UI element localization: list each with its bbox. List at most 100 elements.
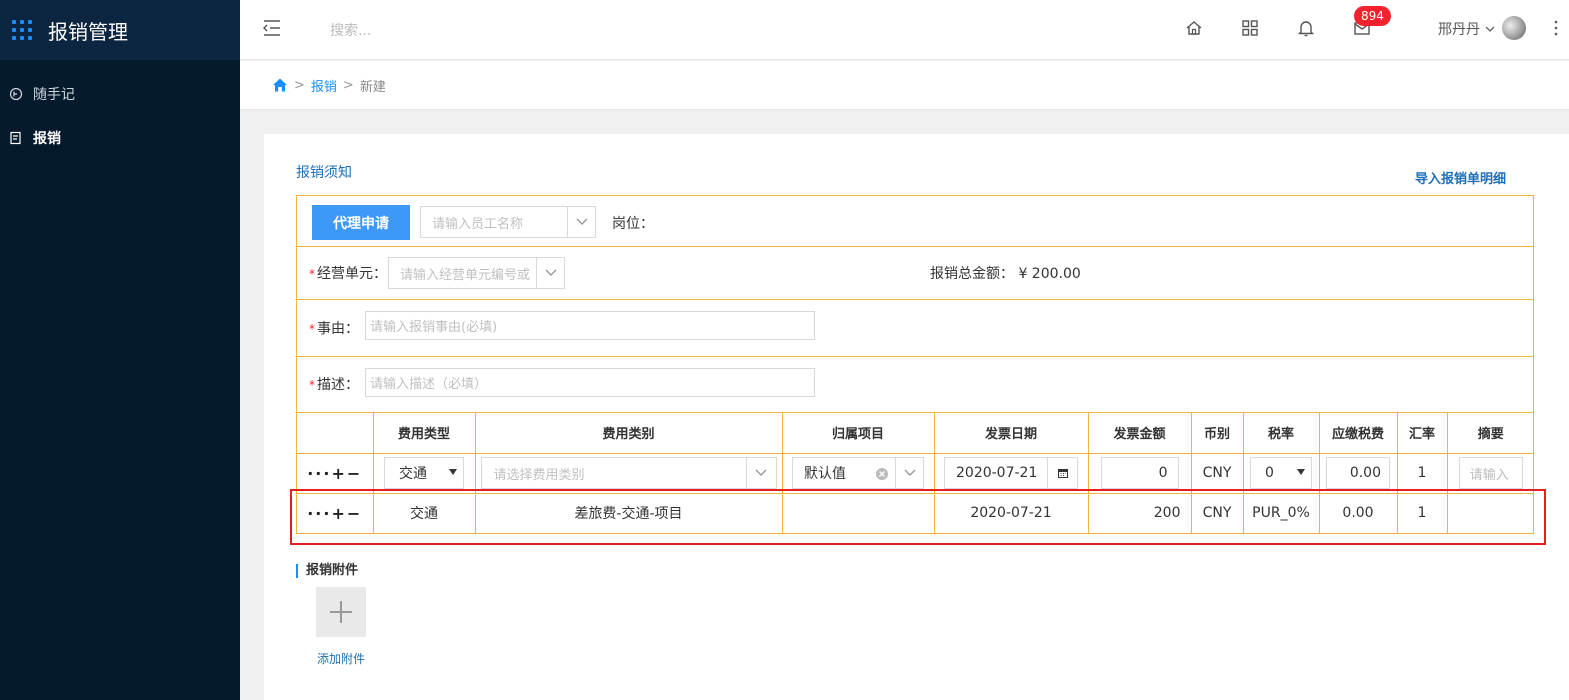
more-vertical-icon[interactable] [1554, 18, 1558, 38]
calendar-icon[interactable] [1047, 458, 1077, 488]
reimburse-form: 代理申请 请输入员工名称 岗位： * 经营单元： 请输入经营单元编号或 报销总金额… [296, 195, 1534, 534]
tax-rate-value: 0 [1265, 465, 1274, 481]
project-select[interactable]: 默认值 [792, 457, 924, 489]
total-amount: 报销总金额： ¥ 200.00 [930, 263, 1081, 283]
expense-table: 费用类型 费用类别 归属项目 发票日期 发票金额 币别 税率 应缴税费 汇率 摘… [297, 413, 1534, 533]
clear-icon[interactable] [875, 467, 889, 481]
category-placeholder: 请选择费用类别 [493, 467, 585, 483]
add-attachment-button[interactable] [316, 587, 366, 637]
chevron-down-icon [567, 207, 595, 237]
category-cell: 请选择费用类别 [474, 452, 783, 494]
form-row-applicant: 代理申请 请输入员工名称 岗位： [297, 196, 1533, 247]
invoice-date-input[interactable]: 2020-07-21 [944, 457, 1078, 489]
category-cell: 差旅费-交通-项目 [474, 492, 783, 533]
unit-select-placeholder: 请输入经营单元编号或 [400, 267, 531, 283]
sidebar-item-reimburse[interactable]: 报销 [0, 116, 240, 160]
form-row-description: * 描述： 请输入描述（必填） [297, 357, 1533, 413]
expense-type-cell: 交通 [372, 492, 476, 533]
mail-badge: 894 [1354, 6, 1391, 26]
exchange-rate-cell: 1 [1396, 492, 1448, 533]
employee-select-placeholder: 请输入员工名称 [432, 216, 524, 232]
add-attachment-label[interactable]: 添加附件 [317, 650, 365, 667]
expense-type-value: 交通 [399, 466, 427, 482]
table-row: ···+− 交通 差旅费-交通-项目 2020-07-21 200 CNY PU… [297, 492, 1534, 533]
required-mark: * [309, 378, 315, 392]
reason-input[interactable]: 请输入报销事由(必填) [365, 311, 815, 340]
home-icon[interactable] [272, 77, 288, 93]
import-details-link[interactable]: 导入报销单明细 [1415, 168, 1506, 187]
chevron-down-icon [536, 258, 564, 288]
row-action-buttons[interactable]: ···+− [307, 464, 362, 483]
reason-label: * 事由： [309, 318, 359, 338]
breadcrumb-link-reimburse[interactable]: 报销 [311, 76, 337, 95]
invoice-date-cell: 2020-07-21 [933, 492, 1089, 533]
row-actions: ···+− [297, 452, 374, 494]
category-select[interactable]: 请选择费用类别 [480, 457, 777, 489]
search-input[interactable]: 搜索... [330, 20, 371, 40]
tax-fee-input[interactable]: 0.00 [1326, 457, 1390, 489]
currency-cell: CNY [1190, 492, 1244, 533]
column-header: 币别 [1190, 413, 1244, 454]
reimburse-notice-link[interactable]: 报销须知 [296, 162, 352, 182]
amount-input[interactable]: 0 [1100, 457, 1179, 489]
column-header: 费用类型 [372, 413, 476, 454]
user-menu[interactable]: 邢丹丹 [1438, 19, 1496, 39]
tax-rate-select[interactable]: 0 [1250, 457, 1312, 489]
column-header: 发票日期 [933, 413, 1089, 454]
apps-icon[interactable] [1240, 18, 1260, 38]
caret-down-icon [449, 469, 457, 475]
reason-label-text: 事由： [317, 321, 359, 337]
plus-icon [330, 601, 352, 623]
sidebar-item-label: 随手记 [33, 87, 75, 103]
avatar[interactable] [1502, 16, 1526, 40]
invoice-date-cell: 2020-07-21 [933, 452, 1089, 494]
row-actions: ···+− [297, 492, 374, 533]
sidebar-nav: 随手记 报销 [0, 60, 240, 160]
form-row-unit: * 经营单元： 请输入经营单元编号或 报销总金额： ¥ 200.00 [297, 247, 1533, 300]
breadcrumb: > 报销 > 新建 [240, 61, 1569, 110]
proxy-apply-button[interactable]: 代理申请 [312, 205, 410, 240]
chevron-down-icon [1485, 26, 1495, 32]
breadcrumb-separator: > [294, 77, 305, 93]
column-header [297, 413, 374, 454]
description-input[interactable]: 请输入描述（必填） [365, 368, 815, 397]
sidebar-item-notes[interactable]: 随手记 [0, 72, 240, 116]
column-header: 费用类别 [474, 413, 783, 454]
summary-cell: 请输入 [1446, 452, 1534, 494]
exchange-rate-cell: 1 [1396, 452, 1448, 494]
menu-toggle-icon[interactable] [262, 18, 282, 38]
sidebar-item-label: 报销 [33, 131, 61, 147]
project-value: 默认值 [804, 466, 846, 482]
amount-cell: 200 [1087, 492, 1192, 533]
employee-select[interactable]: 请输入员工名称 [420, 206, 596, 238]
summary-input[interactable]: 请输入 [1458, 457, 1523, 489]
row-action-buttons[interactable]: ···+− [307, 504, 362, 523]
unit-label-text: 经营单元： [317, 266, 387, 282]
total-amount-label: 报销总金额： [930, 266, 1014, 282]
attachments-title: 报销附件 [296, 564, 358, 578]
summary-cell [1446, 492, 1534, 533]
required-mark: * [309, 322, 315, 336]
column-header: 汇率 [1396, 413, 1448, 454]
column-header: 归属项目 [781, 413, 935, 454]
tax-fee-cell: 0.00 [1318, 452, 1398, 494]
description-label-text: 描述： [317, 377, 359, 393]
column-header: 税率 [1242, 413, 1320, 454]
user-name: 邢丹丹 [1438, 22, 1480, 38]
main-card: 报销须知 导入报销单明细 代理申请 请输入员工名称 岗位： * 经营单元： 请输入… [264, 134, 1569, 700]
tax-fee-cell: 0.00 [1318, 492, 1398, 533]
unit-select[interactable]: 请输入经营单元编号或 [388, 257, 565, 289]
required-mark: * [309, 267, 315, 281]
caret-down-icon [1297, 469, 1305, 475]
bell-icon[interactable] [1296, 18, 1316, 38]
expense-type-select[interactable]: 交通 [384, 457, 464, 489]
column-header: 应缴税费 [1318, 413, 1398, 454]
app-grid-icon[interactable] [12, 20, 32, 40]
home-icon[interactable] [1184, 18, 1204, 38]
project-cell [781, 492, 935, 533]
expense-type-cell: 交通 [372, 452, 476, 494]
notebook-icon [9, 87, 23, 101]
expense-table-wrap: 费用类型 费用类别 归属项目 发票日期 发票金额 币别 税率 应缴税费 汇率 摘… [297, 413, 1534, 533]
chevron-down-icon [745, 458, 776, 488]
app-title: 报销管理 [48, 19, 128, 44]
